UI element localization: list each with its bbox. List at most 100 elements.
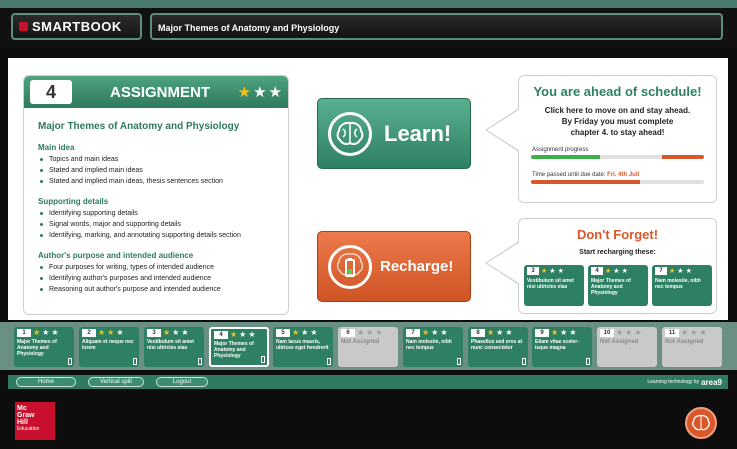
battery-icon bbox=[457, 358, 461, 365]
dont-forget-callout: Don't Forget! Start recharging these: 3 ★… bbox=[485, 218, 717, 314]
recharge-tile[interactable]: 7 ★ ★ ★ Nam molestie, nibh nec tempus bbox=[652, 265, 712, 306]
assignment-tile[interactable]: 5 ★ ★ ★ Nam lacus mauris, ultrices eget hend… bbox=[273, 327, 333, 367]
star-icon: ★ bbox=[268, 83, 282, 101]
recharge-tile[interactable]: 3 ★ ★ ★ Vestibulum sit amet nisi ultricies … bbox=[524, 265, 584, 306]
star-icon: ★ bbox=[33, 328, 41, 337]
brain-menu-button[interactable] bbox=[685, 407, 717, 439]
tile-text: Etiam vitae sceler-isque magna bbox=[535, 339, 579, 351]
section-item: Identifying, marking, and annotating sup… bbox=[40, 230, 288, 241]
star-icon: ★ bbox=[669, 267, 676, 275]
tile-text: Phasellus sed eros at nunc consectetur bbox=[471, 339, 523, 351]
star-icon: ★ bbox=[549, 267, 556, 275]
battery-icon bbox=[198, 358, 202, 365]
tile-text: Aliquam et neque nec lorem bbox=[82, 339, 134, 351]
tile-number: 4 bbox=[214, 331, 228, 339]
star-icon: ★ bbox=[699, 328, 707, 337]
tile-number: 4 bbox=[591, 267, 603, 275]
star-icon: ★ bbox=[366, 328, 374, 337]
star-icon: ★ bbox=[248, 330, 256, 339]
schedule-message: Click here to move on and stay ahead. By… bbox=[519, 105, 716, 138]
star-icon: ★ bbox=[181, 328, 189, 337]
logout-button[interactable]: Logout bbox=[156, 377, 208, 387]
assignment-header: 4 ASSIGNMENT ★ ★ ★ bbox=[24, 76, 288, 108]
battery-icon bbox=[133, 358, 137, 365]
star-icon: ★ bbox=[621, 267, 628, 275]
assignment-label: ASSIGNMENT bbox=[110, 83, 211, 101]
star-icon: ★ bbox=[172, 328, 180, 337]
home-button[interactable]: Home bbox=[16, 377, 76, 387]
progress-fill bbox=[531, 155, 601, 159]
schedule-callout[interactable]: You are ahead of schedule! Click here to… bbox=[485, 75, 717, 203]
star-icon: ★ bbox=[505, 328, 513, 337]
tile-number: 2 bbox=[82, 329, 96, 337]
star-icon: ★ bbox=[541, 267, 548, 275]
star-icon: ★ bbox=[440, 328, 448, 337]
tile-number: 9 bbox=[535, 329, 549, 337]
section-item: Signal words, major and supporting detai… bbox=[40, 219, 288, 230]
learn-label: Learn! bbox=[384, 120, 452, 146]
brain-icon bbox=[692, 414, 710, 431]
section-item: Reasoning out author's purpose and inten… bbox=[40, 284, 288, 295]
section-title: Main idea bbox=[38, 143, 75, 152]
top-bar: SMARTBOOK Major Themes of Anatomy and Ph… bbox=[0, 0, 737, 48]
battery-icon bbox=[328, 244, 372, 289]
learn-button[interactable]: Learn! bbox=[317, 98, 471, 169]
assignment-tile[interactable]: 10 ★ ★ ★ Not Assigned bbox=[597, 327, 657, 367]
schedule-heading: You are ahead of schedule! bbox=[533, 84, 702, 99]
tech-brand: area9 bbox=[701, 377, 722, 387]
tile-number: 1 bbox=[17, 329, 31, 337]
star-icon: ★ bbox=[605, 267, 612, 275]
chapter-title: Major Themes of Anatomy and Physiology bbox=[158, 23, 340, 33]
assignment-tile[interactable]: 2 ★ ★ ★ Aliquam et neque nec lorem bbox=[79, 327, 139, 367]
star-icon: ★ bbox=[496, 328, 504, 337]
logo-line: Hill bbox=[17, 419, 28, 426]
assignment-progress-bar bbox=[531, 155, 704, 159]
tile-text: Major Themes of Anatomy and Physiology bbox=[591, 278, 631, 296]
star-icon: ★ bbox=[616, 328, 624, 337]
battery-icon bbox=[586, 358, 590, 365]
assignment-number: 4 bbox=[30, 80, 72, 104]
battery-icon bbox=[261, 356, 265, 363]
chapter-title-bar: Major Themes of Anatomy and Physiology bbox=[150, 13, 723, 40]
star-icon: ★ bbox=[375, 328, 383, 337]
star-icon: ★ bbox=[431, 328, 439, 337]
recharge-tiles: 3 ★ ★ ★ Vestibulum sit amet nisi ultricies … bbox=[524, 265, 716, 306]
star-icon: ★ bbox=[487, 328, 495, 337]
schedule-line: Click here to move on and stay ahead. bbox=[544, 106, 691, 115]
assignment-tile[interactable]: 11 ★ ★ ★ Not Assigned bbox=[662, 327, 722, 367]
recharge-tile[interactable]: 4 ★ ★ ★ Major Themes of Anatomy and Physiol… bbox=[588, 265, 648, 306]
star-icon: ★ bbox=[51, 328, 59, 337]
tech-label: Learning technology by bbox=[647, 379, 700, 385]
assignment-tile[interactable]: 4 ★ ★ ★ Major Themes of Anatomy and Physiolo… bbox=[209, 327, 269, 367]
tile-number: 8 bbox=[471, 329, 485, 337]
recharge-label: Recharge! bbox=[380, 258, 454, 275]
star-icon: ★ bbox=[557, 267, 564, 275]
time-progress-bar bbox=[531, 180, 704, 184]
tile-number: 7 bbox=[655, 267, 667, 275]
smartbook-logo[interactable]: SMARTBOOK bbox=[11, 13, 142, 40]
logo-line: Graw bbox=[17, 412, 35, 419]
assignment-tile[interactable]: 9 ★ ★ ★ Etiam vitae sceler-isque magna bbox=[532, 327, 592, 367]
progress-label: Assignment progress bbox=[532, 147, 589, 153]
brain-icon bbox=[328, 111, 372, 156]
assignment-tile-strip: 1 ★ ★ ★ Major Themes of Anatomy and Physiolo… bbox=[0, 322, 737, 370]
time-fill bbox=[531, 180, 640, 184]
assignment-tile[interactable]: 3 ★ ★ ★ Vestibulum sit amet nisi ultricies e… bbox=[144, 327, 204, 367]
assignment-tile[interactable]: 6 ★ ★ ★ Not Assigned bbox=[338, 327, 398, 367]
assignment-tile[interactable]: 7 ★ ★ ★ Nam molestie, nibh nec tempus bbox=[403, 327, 463, 367]
main-panel: 4 ASSIGNMENT ★ ★ ★ Major Themes of Anato… bbox=[8, 58, 728, 320]
star-icon: ★ bbox=[98, 328, 106, 337]
section-title: Supporting details bbox=[38, 197, 109, 206]
star-icon: ★ bbox=[107, 328, 115, 337]
recharge-button[interactable]: Recharge! bbox=[317, 231, 471, 302]
star-icon: ★ bbox=[116, 328, 124, 337]
assignment-tile[interactable]: 1 ★ ★ ★ Major Themes of Anatomy and Physiolo… bbox=[14, 327, 74, 367]
star-icon: ★ bbox=[292, 328, 300, 337]
star-icon: ★ bbox=[253, 83, 267, 101]
tile-text: Not Assigned bbox=[341, 339, 380, 345]
tile-number: 6 bbox=[341, 329, 355, 337]
assignment-tile[interactable]: 8 ★ ★ ★ Phasellus sed eros at nunc consectet… bbox=[468, 327, 528, 367]
schedule-line: By Friday you must complete bbox=[561, 117, 674, 126]
callout-pointer-fill bbox=[487, 242, 520, 284]
vertical-split-button[interactable]: Vertical split bbox=[88, 377, 144, 387]
